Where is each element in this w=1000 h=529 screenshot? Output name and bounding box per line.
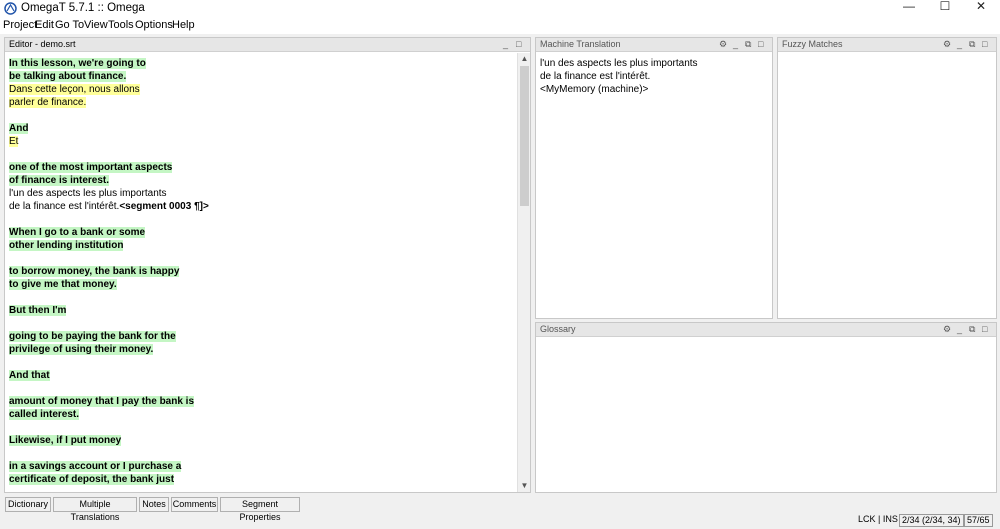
close-window-button[interactable]: ✕ — [964, 0, 998, 17]
segment[interactable]: in a savings account or I purchase a cer… — [9, 460, 515, 486]
target-text: parler de finance. — [9, 97, 87, 108]
gear-icon[interactable]: ⚙ — [943, 324, 951, 335]
undock-icon[interactable]: ⧉ — [969, 324, 975, 335]
window-title: OmegaT 5.7.1 :: Omega — [21, 2, 145, 14]
source-text: one of the most important aspects — [9, 162, 173, 173]
glossary-panel: Glossary ⚙ _ ⧉ □ — [535, 322, 997, 493]
fuzzy-matches-body[interactable] — [778, 53, 996, 318]
editor-scrollbar[interactable]: ▲ ▼ — [517, 53, 530, 492]
tab-multiple-translations[interactable]: Multiple Translations — [53, 497, 137, 522]
target-text: Et — [9, 136, 19, 147]
title-bar: OmegaT 5.7.1 :: Omega — ☐ ✕ — [0, 0, 1000, 17]
mt-source: <MyMemory (machine)> — [540, 84, 649, 95]
machine-translation-header: Machine Translation ⚙ _ ⧉ □ — [536, 38, 772, 52]
scrollbar-thumb[interactable] — [520, 66, 529, 206]
segment[interactable]: But then I'm — [9, 304, 515, 317]
maximize-icon[interactable]: □ — [982, 324, 987, 335]
target-text: Dans cette leçon, nous allons — [9, 84, 140, 95]
tab-dictionary[interactable]: Dictionary — [5, 497, 51, 512]
undock-icon[interactable]: ⧉ — [745, 39, 751, 50]
menu-view[interactable]: View — [84, 19, 108, 31]
segment[interactable]: And that — [9, 369, 515, 382]
gear-icon[interactable]: ⚙ — [943, 39, 951, 50]
source-text: certificate of deposit, the bank just — [9, 474, 175, 485]
menu-help[interactable]: Help — [172, 19, 195, 31]
menu-options[interactable]: Options — [135, 19, 173, 31]
source-text: to give me that money. — [9, 279, 117, 290]
segment-list: In this lesson, we're going to be talkin… — [9, 57, 515, 486]
menu-project[interactable]: Project — [3, 19, 37, 31]
mt-line: l'un des aspects les plus importants — [540, 58, 698, 69]
source-text: to borrow money, the bank is happy — [9, 266, 180, 277]
segment[interactable]: going to be paying the bank for the priv… — [9, 330, 515, 356]
gear-icon[interactable]: ⚙ — [719, 39, 727, 50]
source-text: But then I'm — [9, 305, 67, 316]
source-text: other lending institution — [9, 240, 124, 251]
active-segment[interactable]: one of the most important aspects of fin… — [9, 161, 515, 213]
character-count-status: 57/65 — [964, 514, 993, 527]
scroll-down-icon[interactable]: ▼ — [518, 480, 531, 492]
source-text: called interest. — [9, 409, 80, 420]
minimize-icon[interactable]: _ — [957, 39, 962, 50]
segment-marker: <segment 0003 ¶]> — [119, 201, 209, 212]
lock-insert-status: LCK | INS — [858, 514, 898, 524]
segment[interactable]: In this lesson, we're going to be talkin… — [9, 57, 515, 109]
segment[interactable]: And Et — [9, 122, 515, 148]
minimize-icon[interactable]: _ — [957, 324, 962, 335]
machine-translation-panel: Machine Translation ⚙ _ ⧉ □ l'un des asp… — [535, 37, 773, 319]
segment[interactable]: Likewise, if I put money — [9, 434, 515, 447]
source-text: be talking about finance. — [9, 71, 127, 82]
maximize-icon[interactable]: □ — [516, 39, 521, 50]
source-text: And — [9, 123, 29, 134]
glossary-body[interactable] — [536, 338, 996, 492]
source-text: amount of money that I pay the bank is — [9, 396, 195, 407]
source-text: Likewise, if I put money — [9, 435, 122, 446]
glossary-title: Glossary — [540, 324, 576, 334]
progress-status: 2/34 (2/34, 34) — [899, 514, 964, 527]
menu-edit[interactable]: Edit — [35, 19, 54, 31]
machine-translation-title: Machine Translation — [540, 39, 621, 49]
source-text: In this lesson, we're going to — [9, 58, 146, 69]
omegat-logo-icon — [4, 2, 17, 15]
source-text: When I go to a bank or some — [9, 227, 146, 238]
mt-line: de la finance est l'intérêt. — [540, 71, 651, 82]
tab-segment-properties[interactable]: Segment Properties — [220, 497, 300, 522]
maximize-window-button[interactable]: ☐ — [928, 0, 962, 17]
glossary-header: Glossary ⚙ _ ⧉ □ — [536, 323, 996, 337]
scroll-up-icon[interactable]: ▲ — [518, 53, 531, 65]
source-text: privilege of using their money. — [9, 344, 154, 355]
tab-comments[interactable]: Comments — [171, 497, 218, 512]
undock-icon[interactable]: ⧉ — [969, 39, 975, 50]
target-input-text[interactable]: l'un des aspects les plus importants — [9, 188, 167, 199]
maximize-icon[interactable]: □ — [758, 39, 763, 50]
menu-bar: Project Edit Go To View Tools Options He… — [0, 17, 1000, 34]
machine-translation-body[interactable]: l'un des aspects les plus importants de … — [536, 53, 772, 318]
editor-panel: Editor - demo.srt _ □ In this lesson, we… — [4, 37, 531, 493]
source-text: of finance is interest. — [9, 175, 110, 186]
minimize-window-button[interactable]: — — [892, 0, 926, 17]
menu-go-to[interactable]: Go To — [55, 19, 84, 31]
minimize-icon[interactable]: _ — [733, 39, 738, 50]
editor-header: Editor - demo.srt _ □ — [5, 38, 530, 52]
fuzzy-matches-title: Fuzzy Matches — [782, 39, 843, 49]
target-input-text[interactable]: de la finance est l'intérêt. — [9, 201, 119, 212]
fuzzy-matches-panel: Fuzzy Matches ⚙ _ ⧉ □ — [777, 37, 997, 319]
fuzzy-matches-header: Fuzzy Matches ⚙ _ ⧉ □ — [778, 38, 996, 52]
segment[interactable]: When I go to a bank or some other lendin… — [9, 226, 515, 252]
source-text: going to be paying the bank for the — [9, 331, 176, 342]
source-text: in a savings account or I purchase a — [9, 461, 182, 472]
editor-body[interactable]: In this lesson, we're going to be talkin… — [5, 53, 530, 492]
maximize-icon[interactable]: □ — [982, 39, 987, 50]
source-text: And that — [9, 370, 50, 381]
segment[interactable]: amount of money that I pay the bank is c… — [9, 395, 515, 421]
menu-tools[interactable]: Tools — [108, 19, 134, 31]
segment[interactable]: to borrow money, the bank is happy to gi… — [9, 265, 515, 291]
minimize-icon[interactable]: _ — [503, 39, 508, 50]
tab-notes[interactable]: Notes — [139, 497, 169, 512]
editor-title: Editor - demo.srt — [9, 39, 76, 49]
